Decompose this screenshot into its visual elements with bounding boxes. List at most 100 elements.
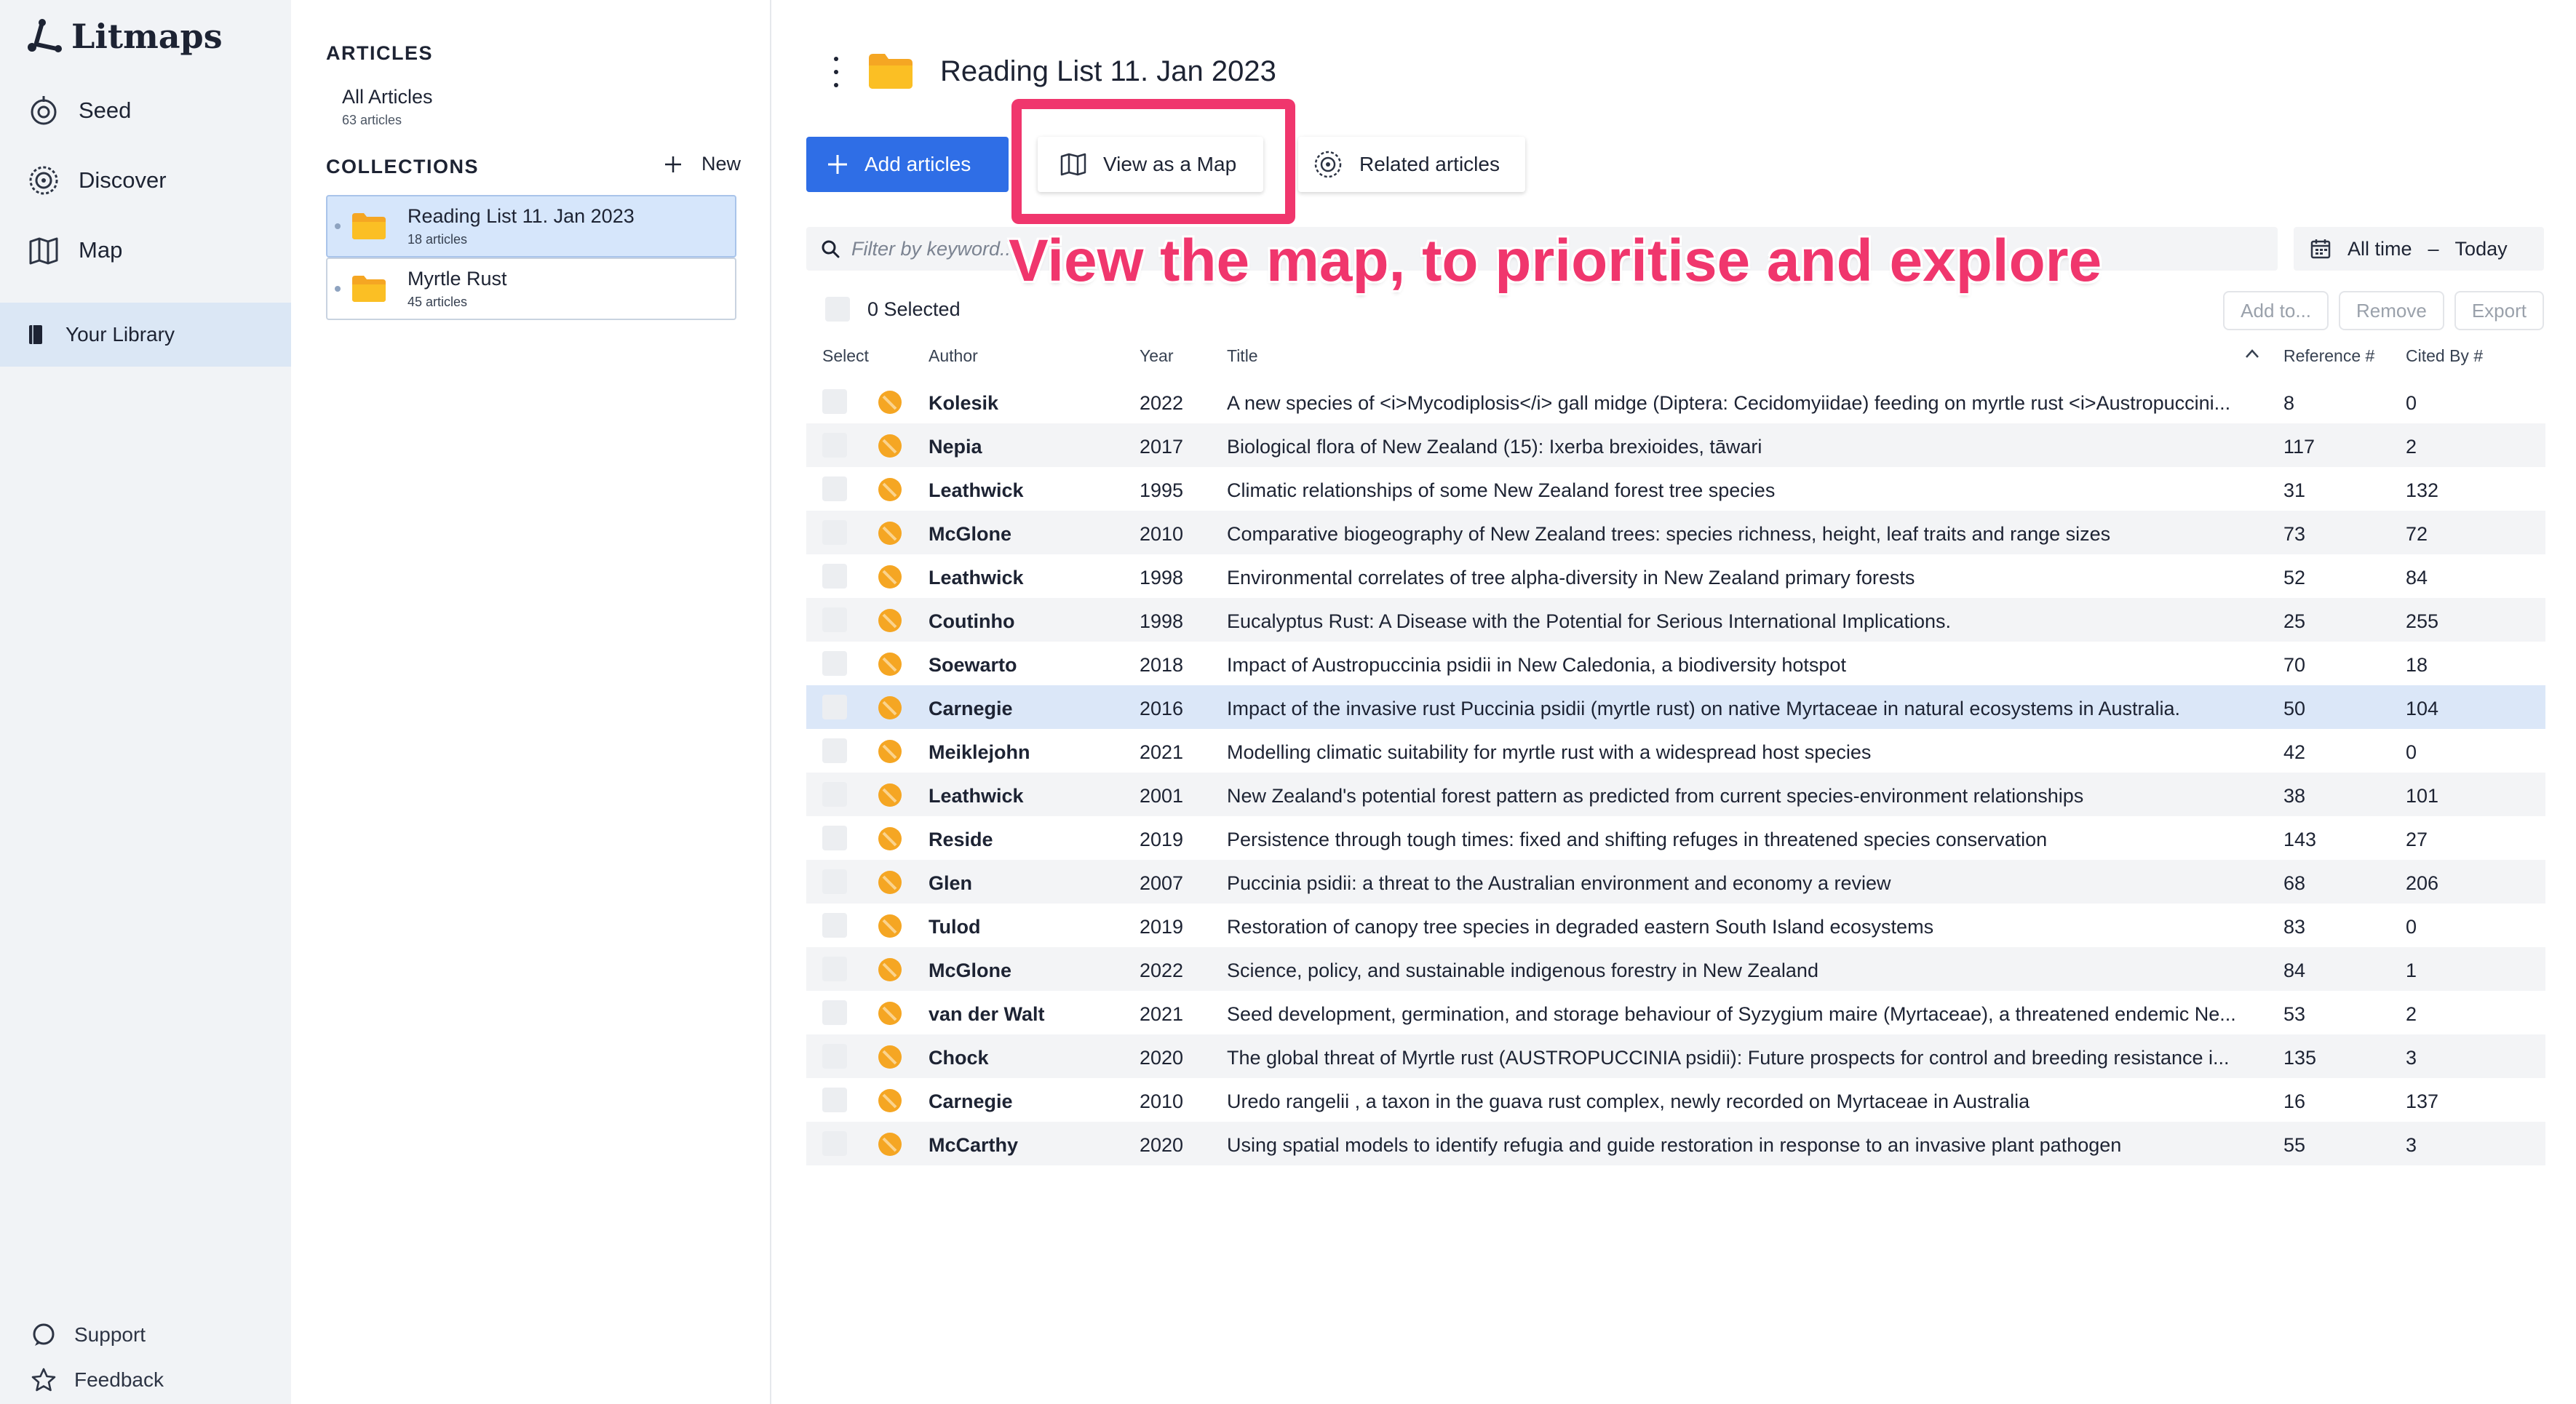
- open-access-icon: [878, 434, 902, 458]
- table-row[interactable]: Soewarto 2018 Impact of Austropuccinia psi…: [806, 642, 2545, 685]
- date-range-picker[interactable]: All time – Today: [2294, 227, 2544, 271]
- collection-reading-list[interactable]: Reading List 11. Jan 2023 18 articles: [326, 195, 736, 258]
- row-checkbox[interactable]: [822, 957, 847, 981]
- row-cited-by-count: 18: [2406, 654, 2428, 676]
- calendar-icon: [2310, 239, 2331, 259]
- row-title[interactable]: Impact of the invasive rust Puccinia psi…: [1227, 698, 2260, 720]
- table-row[interactable]: McGlone 2010 Comparative biogeography of N…: [806, 511, 2545, 554]
- table-row[interactable]: Coutinho 1998 Eucalyptus Rust: A Disease w…: [806, 598, 2545, 642]
- row-checkbox[interactable]: [822, 826, 847, 850]
- nav-item-discover[interactable]: Discover: [28, 159, 167, 202]
- open-access-icon: [878, 1002, 902, 1025]
- row-cited-by-count: 104: [2406, 698, 2439, 719]
- table-row[interactable]: Carnegie 2010 Uredo rangelii , a taxon in …: [806, 1078, 2545, 1122]
- column-title[interactable]: Title: [1227, 346, 1258, 366]
- row-checkbox[interactable]: [822, 869, 847, 894]
- table-row[interactable]: van der Walt 2021 Seed development, germin…: [806, 991, 2545, 1034]
- row-checkbox[interactable]: [822, 738, 847, 763]
- row-checkbox[interactable]: [822, 913, 847, 938]
- remove-button[interactable]: Remove: [2339, 291, 2444, 330]
- table-row[interactable]: Glen 2007 Puccinia psidii: a threat to the…: [806, 860, 2545, 904]
- support-link[interactable]: Support: [31, 1317, 146, 1353]
- add-to-button[interactable]: Add to...: [2223, 291, 2329, 330]
- row-reference-count: 70: [2283, 654, 2306, 676]
- nav-item-your-library[interactable]: Your Library: [0, 303, 291, 367]
- table-row[interactable]: Leathwick 1998 Environmental correlates of…: [806, 554, 2545, 598]
- row-title[interactable]: Persistence through tough times: fixed a…: [1227, 829, 2260, 851]
- row-title[interactable]: Uredo rangelii , a taxon in the guava ru…: [1227, 1090, 2260, 1113]
- row-cited-by-count: 0: [2406, 392, 2417, 414]
- row-title[interactable]: Restoration of canopy tree species in de…: [1227, 916, 2260, 938]
- table-row[interactable]: McGlone 2022 Science, policy, and sustaina…: [806, 947, 2545, 991]
- column-reference[interactable]: Reference #: [2283, 346, 2374, 366]
- select-all-checkbox[interactable]: [825, 297, 850, 322]
- table-row[interactable]: McCarthy 2020 Using spatial models to iden…: [806, 1122, 2545, 1165]
- row-title[interactable]: Modelling climatic suitability for myrtl…: [1227, 741, 2260, 764]
- row-checkbox[interactable]: [822, 1131, 847, 1156]
- row-checkbox[interactable]: [822, 695, 847, 719]
- row-checkbox[interactable]: [822, 476, 847, 501]
- feedback-link[interactable]: Feedback: [31, 1362, 164, 1398]
- collection-name: Reading List 11. Jan 2023: [408, 205, 635, 227]
- open-access-icon: [878, 696, 902, 719]
- table-row[interactable]: Carnegie 2016 Impact of the invasive rust …: [806, 685, 2545, 729]
- all-articles-count: 63 articles: [342, 113, 402, 127]
- table-row[interactable]: Kolesik 2022 A new species of <i>Mycodiplo…: [806, 380, 2545, 423]
- row-checkbox[interactable]: [822, 1044, 847, 1069]
- row-year: 2022: [1140, 960, 1184, 981]
- table-row[interactable]: Chock 2020 The global threat of Myrtle rus…: [806, 1034, 2545, 1078]
- row-year: 2007: [1140, 872, 1184, 894]
- all-articles-item[interactable]: All Articles 63 articles: [342, 86, 433, 128]
- row-title[interactable]: Climatic relationships of some New Zeala…: [1227, 479, 2260, 502]
- nav-item-seed[interactable]: Seed: [28, 89, 131, 132]
- plus-icon: [664, 156, 681, 172]
- main-content: Reading List 11. Jan 2023 Add articles V…: [773, 0, 2576, 1404]
- add-articles-button[interactable]: Add articles: [806, 137, 1009, 192]
- table-row[interactable]: Meiklejohn 2021 Modelling climatic suitabi…: [806, 729, 2545, 773]
- row-title[interactable]: Eucalyptus Rust: A Disease with the Pote…: [1227, 610, 2260, 633]
- row-checkbox[interactable]: [822, 564, 847, 589]
- column-cited-by[interactable]: Cited By #: [2406, 346, 2483, 366]
- row-checkbox[interactable]: [822, 607, 847, 632]
- table-header: Select Author Year Title Reference # Cit…: [806, 340, 2545, 375]
- table-row[interactable]: Leathwick 1995 Climatic relationships of s…: [806, 467, 2545, 511]
- row-checkbox[interactable]: [822, 1088, 847, 1112]
- row-title[interactable]: Seed development, germination, and stora…: [1227, 1003, 2260, 1026]
- nav-item-map[interactable]: Map: [28, 228, 122, 272]
- collection-myrtle-rust[interactable]: Myrtle Rust 45 articles: [326, 258, 736, 320]
- table-row[interactable]: Nepia 2017 Biological flora of New Zealand…: [806, 423, 2545, 467]
- row-checkbox[interactable]: [822, 433, 847, 458]
- row-author: Glen: [929, 872, 973, 894]
- export-button[interactable]: Export: [2454, 291, 2544, 330]
- row-title[interactable]: A new species of <i>Mycodiplosis</i> gal…: [1227, 392, 2260, 415]
- table-row[interactable]: Reside 2019 Persistence through tough time…: [806, 816, 2545, 860]
- litmaps-logo[interactable]: Litmaps: [26, 15, 223, 58]
- row-title[interactable]: Comparative biogeography of New Zealand …: [1227, 523, 2260, 546]
- column-author[interactable]: Author: [929, 346, 978, 366]
- highlight-box: [1011, 99, 1295, 224]
- table-row[interactable]: Leathwick 2001 New Zealand's potential for…: [806, 773, 2545, 816]
- row-title[interactable]: Biological flora of New Zealand (15): Ix…: [1227, 436, 2260, 458]
- row-title[interactable]: The global threat of Myrtle rust (AUSTRO…: [1227, 1047, 2260, 1069]
- row-author: Nepia: [929, 436, 982, 458]
- row-checkbox[interactable]: [822, 651, 847, 676]
- row-checkbox[interactable]: [822, 520, 847, 545]
- row-checkbox[interactable]: [822, 1000, 847, 1025]
- new-collection-button[interactable]: New: [664, 153, 741, 175]
- drag-handle-icon: [335, 286, 341, 292]
- related-articles-button[interactable]: Related articles: [1298, 137, 1525, 192]
- table-row[interactable]: Tulod 2019 Restoration of canopy tree spec…: [806, 904, 2545, 947]
- row-title[interactable]: Environmental correlates of tree alpha-d…: [1227, 567, 2260, 589]
- more-options-icon[interactable]: [825, 57, 847, 87]
- sort-ascending-icon[interactable]: [2244, 348, 2260, 359]
- row-title[interactable]: New Zealand's potential forest pattern a…: [1227, 785, 2260, 807]
- column-year[interactable]: Year: [1140, 346, 1173, 366]
- row-checkbox[interactable]: [822, 389, 847, 414]
- row-title[interactable]: Science, policy, and sustainable indigen…: [1227, 960, 2260, 982]
- open-access-icon: [878, 914, 902, 938]
- row-title[interactable]: Puccinia psidii: a threat to the Austral…: [1227, 872, 2260, 895]
- row-title[interactable]: Impact of Austropuccinia psidii in New C…: [1227, 654, 2260, 677]
- row-year: 1998: [1140, 610, 1184, 632]
- row-checkbox[interactable]: [822, 782, 847, 807]
- row-title[interactable]: Using spatial models to identify refugia…: [1227, 1134, 2260, 1157]
